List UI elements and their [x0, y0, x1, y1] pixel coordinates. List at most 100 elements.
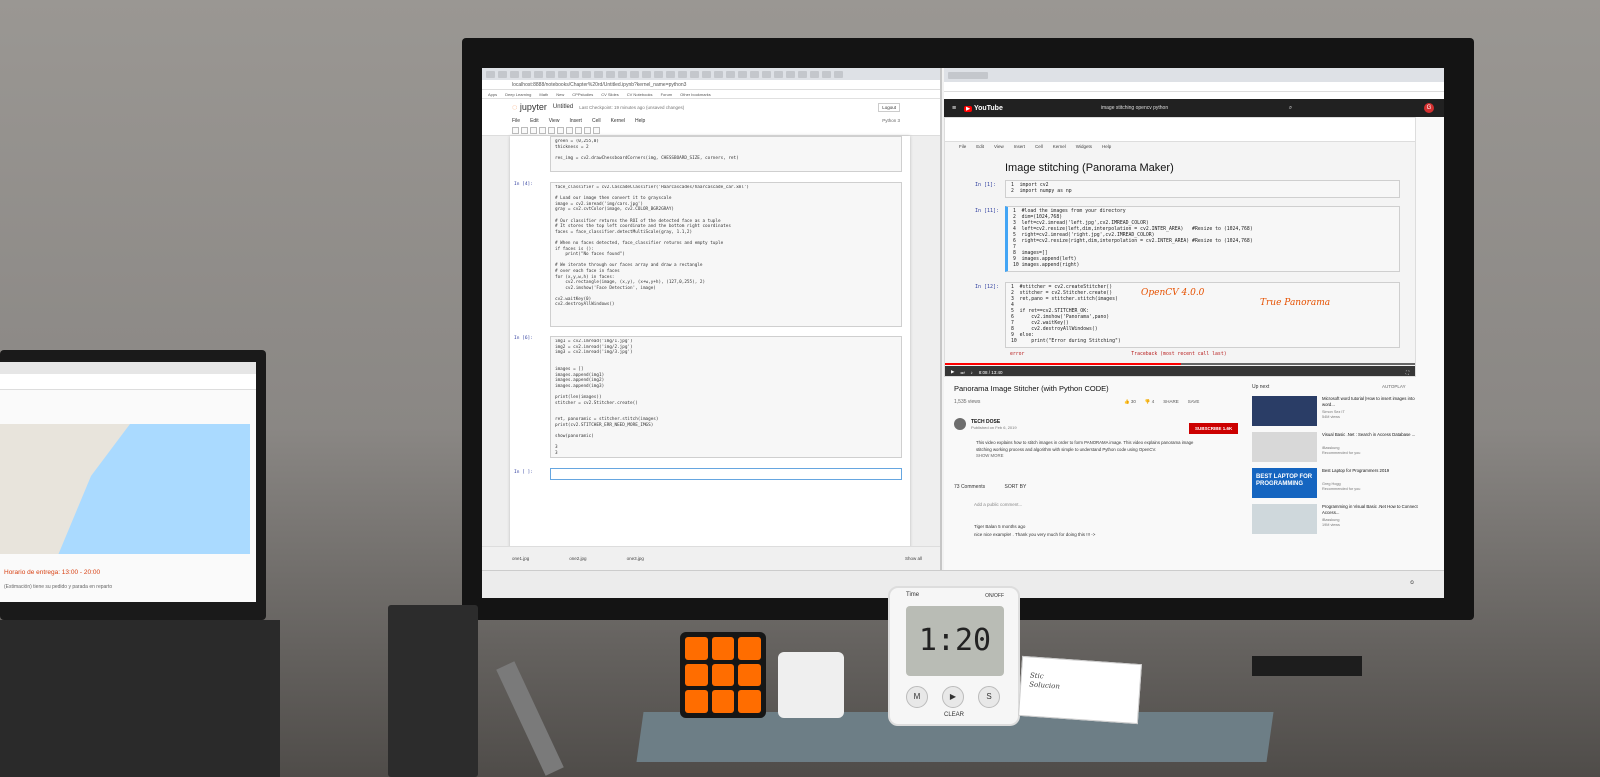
address-bar[interactable]: localhost:8888/notebooks/Chapter%20rd/Un… — [482, 80, 940, 90]
menu-icon[interactable]: ≡ — [952, 105, 956, 112]
autoplay-toggle[interactable]: AUTOPLAY — [1382, 384, 1406, 389]
bookmark[interactable]: Forum — [661, 92, 673, 97]
video-player[interactable]: File Edit View Insert Cell Kernel Widget… — [944, 117, 1416, 377]
active-code-cell[interactable] — [550, 468, 902, 480]
menu-view[interactable]: View — [549, 118, 560, 124]
video-title: Panorama Image Stitcher (with Python COD… — [954, 384, 1109, 393]
recommended-video[interactable]: BEST LAPTOP FOR PROGRAMMING Best Laptop … — [1252, 468, 1432, 498]
video-thumbnail[interactable] — [1252, 396, 1317, 426]
recommended-title[interactable]: Programming in Visual Basic .Net How to … — [1322, 504, 1427, 515]
video-thumbnail[interactable] — [1252, 432, 1317, 462]
laptop-address-bar[interactable] — [0, 374, 256, 390]
map[interactable] — [0, 424, 250, 554]
subscribe-button[interactable]: SUBSCRIBE 1.6K — [1189, 423, 1239, 434]
menu-edit[interactable]: Edit — [530, 118, 539, 124]
save-icon[interactable] — [512, 127, 519, 134]
search-input[interactable]: image stitching opencv python — [1101, 105, 1281, 111]
browser-tab-bar[interactable] — [944, 68, 1444, 82]
mate-straw — [496, 661, 564, 776]
video-time: 8:08 / 13:40 — [978, 369, 1003, 375]
video-actions: 👍 30 👎 4 SHARE SAVE — [1124, 399, 1199, 405]
thumbnail-text: BEST LAPTOP FOR PROGRAMMING — [1256, 474, 1313, 487]
search-icon[interactable]: ⌕ — [1289, 105, 1292, 112]
code-cell[interactable]: img1 = cv2.imread('img/1.jpg') img2 = cv… — [550, 336, 902, 458]
youtube-logo[interactable]: ▶ YouTube — [964, 105, 1003, 112]
comment-input[interactable]: Add a public comment... — [974, 502, 1022, 507]
avatar[interactable]: G — [1424, 103, 1434, 113]
run-icon[interactable] — [575, 127, 582, 134]
code-cell[interactable]: green = (0,255,0) thickness = 2 res_img … — [550, 136, 902, 172]
video-browser-chrome — [945, 118, 1415, 142]
bookmark[interactable]: CPPstudies — [572, 92, 593, 97]
video-menu-item: Cell — [1034, 144, 1043, 149]
jupyter-logo[interactable]: ◌ jupyter — [512, 102, 547, 112]
recommended-meta: Simon Sez IT 54M views — [1322, 410, 1345, 419]
copy-icon[interactable] — [539, 127, 546, 134]
video-error-text: error Traceback (most recent call last) — [1010, 352, 1227, 357]
timer-display: 1:20 — [906, 606, 1004, 676]
video-thumbnail[interactable] — [1252, 504, 1317, 534]
stop-icon[interactable] — [584, 127, 591, 134]
bookmark[interactable]: CV Notebooks — [627, 92, 653, 97]
video-progress-bar[interactable] — [945, 363, 1415, 365]
sort-by-button[interactable]: SORT BY — [1005, 484, 1027, 490]
recommended-meta: iBasskung 19M views — [1322, 518, 1340, 527]
timer-brand: Time — [906, 592, 920, 598]
menu-cell[interactable]: Cell — [592, 118, 601, 124]
youtube-window: ≡ ▶ YouTube image stitching opencv python… — [944, 68, 1444, 570]
volume-icon[interactable]: ♪ — [971, 370, 973, 375]
dislike-button[interactable]: 👎 4 — [1145, 399, 1154, 405]
share-button[interactable]: SHARE — [1163, 399, 1179, 405]
download-item[interactable]: one3.jpg — [627, 556, 644, 561]
save-button[interactable]: SAVE — [1188, 399, 1200, 405]
fullscreen-icon[interactable]: ⛶ — [1406, 370, 1409, 375]
notebook-title[interactable]: Untitled — [553, 104, 573, 110]
bookmark[interactable]: New — [556, 92, 564, 97]
bookmark[interactable]: Math — [539, 92, 548, 97]
download-item[interactable]: one1.jpg — [512, 556, 529, 561]
next-icon[interactable]: ⏭ — [960, 370, 964, 375]
play-icon[interactable]: ▶ — [951, 369, 954, 375]
show-all-button[interactable]: Show all — [905, 556, 922, 561]
paste-icon[interactable] — [548, 127, 555, 134]
add-cell-icon[interactable] — [521, 127, 528, 134]
recommended-meta: iBasskung Recommended for you — [1322, 446, 1361, 455]
digital-timer: Time ON/OFF 1:20 M ▶ S CLEAR — [888, 586, 1020, 726]
video-thumbnail[interactable]: BEST LAPTOP FOR PROGRAMMING — [1252, 468, 1317, 498]
desk-scene: Horario de entrega: 13:00 - 20:00 (Estim… — [0, 0, 1600, 777]
cut-icon[interactable] — [530, 127, 537, 134]
recommended-video[interactable]: Programming in Visual Basic .Net How to … — [1252, 504, 1432, 534]
timer-start-button[interactable]: ▶ — [942, 686, 964, 708]
laptop: Horario de entrega: 13:00 - 20:00 (Estim… — [0, 350, 266, 620]
move-down-icon[interactable] — [566, 127, 573, 134]
address-bar[interactable] — [944, 82, 1444, 92]
recommended-video[interactable]: Microsoft word tutorial |How to insert i… — [1252, 396, 1432, 426]
channel-avatar[interactable] — [954, 418, 966, 430]
bookmark[interactable]: Other bookmarks — [680, 92, 711, 97]
bookmark[interactable]: Deep Learning — [505, 92, 531, 97]
recommended-title[interactable]: Best Laptop for Programmers 2019 — [1322, 468, 1427, 474]
restart-icon[interactable] — [593, 127, 600, 134]
timer-second-button[interactable]: S — [978, 686, 1000, 708]
move-up-icon[interactable] — [557, 127, 564, 134]
browser-tab-bar[interactable] — [482, 68, 940, 80]
channel-info: TECH DOSE Published on Feb 6, 2019 — [954, 418, 1017, 430]
code-cell[interactable]: face_classifier = cv2.CascadeClassifier(… — [550, 182, 902, 327]
like-button[interactable]: 👍 30 — [1124, 399, 1136, 405]
logout-button[interactable]: Logout — [878, 102, 900, 112]
bookmark[interactable]: Apps — [488, 92, 497, 97]
cell-prompt: In [6]: — [514, 336, 533, 341]
recommended-title[interactable]: Microsoft word tutorial |How to insert i… — [1322, 396, 1427, 407]
bookmark[interactable]: CV Slides — [601, 92, 619, 97]
recommended-video[interactable]: Visual Basic .Net : Search in Access Dat… — [1252, 432, 1432, 462]
recommended-title[interactable]: Visual Basic .Net : Search in Access Dat… — [1322, 432, 1427, 438]
show-more-button[interactable]: SHOW MORE — [976, 453, 1003, 458]
menu-kernel[interactable]: Kernel — [611, 118, 625, 124]
laptop-tab-bar[interactable] — [0, 362, 256, 374]
download-item[interactable]: one2.jpg — [569, 556, 586, 561]
menu-help[interactable]: Help — [635, 118, 645, 124]
menu-file[interactable]: File — [512, 118, 520, 124]
video-menu-item: File — [959, 144, 967, 149]
timer-minute-button[interactable]: M — [906, 686, 928, 708]
menu-insert[interactable]: Insert — [569, 118, 582, 124]
